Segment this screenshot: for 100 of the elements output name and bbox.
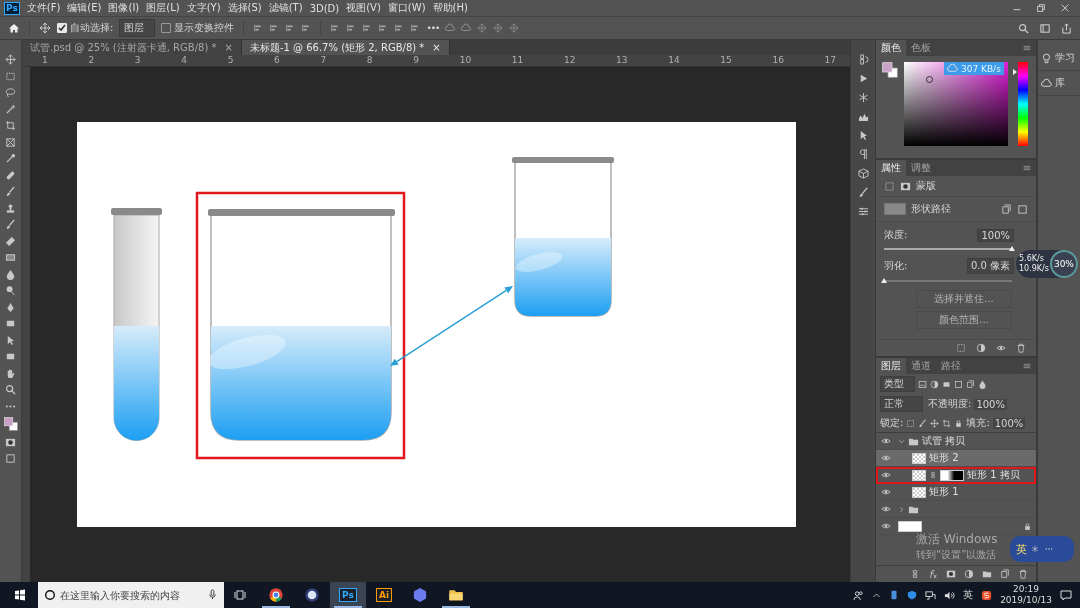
s-logo-icon[interactable] bbox=[981, 589, 993, 601]
pen-icon[interactable] bbox=[5, 301, 16, 313]
ime-mode[interactable]: 英 bbox=[1016, 541, 1027, 557]
lock-option-icon[interactable] bbox=[930, 418, 940, 428]
hexagon-icon[interactable] bbox=[412, 587, 428, 603]
marquee-icon[interactable] bbox=[5, 70, 16, 82]
align-icon[interactable] bbox=[410, 23, 421, 33]
brush-settings-icon[interactable] bbox=[857, 187, 869, 198]
close-button[interactable]: × bbox=[432, 42, 441, 53]
close-icon[interactable] bbox=[1060, 3, 1070, 13]
menu-item[interactable]: 图像(I) bbox=[108, 1, 140, 15]
speaker-icon[interactable] bbox=[944, 589, 956, 601]
fx-icon[interactable] bbox=[928, 569, 938, 579]
brush-icon[interactable] bbox=[5, 219, 16, 230]
add-mask-icon[interactable] bbox=[946, 569, 956, 579]
workspace-icon[interactable] bbox=[1039, 22, 1051, 34]
menu-item[interactable]: 3D(D) bbox=[309, 2, 340, 14]
value-field[interactable]: 0.0 像素 bbox=[966, 258, 1014, 274]
folder-icon[interactable] bbox=[448, 587, 464, 603]
align-icon[interactable] bbox=[346, 23, 357, 33]
lock-option-icon[interactable] bbox=[918, 418, 928, 428]
bandage-icon[interactable] bbox=[5, 169, 16, 181]
menu-item[interactable]: 文字(Y) bbox=[186, 1, 221, 15]
move-icon[interactable] bbox=[39, 22, 51, 34]
align-icon[interactable] bbox=[394, 23, 405, 33]
notification-icon[interactable] bbox=[1060, 589, 1072, 601]
menu-item[interactable]: 视图(V) bbox=[346, 1, 381, 15]
align-icon[interactable] bbox=[269, 23, 280, 33]
lock-option-icon[interactable] bbox=[954, 418, 964, 428]
frame-icon[interactable] bbox=[5, 136, 16, 148]
eye-icon[interactable] bbox=[996, 343, 1006, 353]
sliders-icon[interactable] bbox=[857, 206, 869, 217]
search-icon[interactable] bbox=[1018, 22, 1029, 34]
panel-tab[interactable]: 路径 bbox=[936, 358, 966, 374]
more-button[interactable]: ••• bbox=[426, 23, 440, 33]
menu-item[interactable]: 编辑(E) bbox=[67, 1, 102, 15]
wand-icon[interactable] bbox=[5, 103, 16, 115]
clock-time[interactable]: 20:19 bbox=[1013, 584, 1040, 595]
align-icon[interactable] bbox=[362, 23, 373, 33]
adjustment-icon[interactable] bbox=[964, 569, 974, 579]
align-icon[interactable] bbox=[285, 23, 296, 33]
search-field[interactable]: 在这里输入你要搜索的内容 bbox=[38, 582, 224, 608]
clock-date[interactable]: 2019/10/13 bbox=[1000, 595, 1052, 606]
caret-icon[interactable] bbox=[898, 437, 905, 445]
gradient-icon[interactable] bbox=[5, 252, 16, 263]
brush-icon[interactable] bbox=[5, 186, 16, 197]
pointer-icon[interactable] bbox=[5, 334, 16, 346]
lock-option-icon[interactable] bbox=[942, 418, 952, 428]
lock-option-icon[interactable] bbox=[906, 418, 916, 428]
value-field[interactable]: 100% bbox=[977, 228, 1014, 242]
panel-tab[interactable]: 调整 bbox=[906, 160, 936, 176]
align-icon[interactable] bbox=[330, 23, 341, 33]
eyedropper-icon[interactable] bbox=[5, 153, 16, 164]
layer-row[interactable] bbox=[876, 518, 1036, 535]
trash-icon[interactable] bbox=[1016, 343, 1026, 353]
menu-item[interactable]: 图层(L) bbox=[146, 1, 180, 15]
menu-item[interactable]: 窗口(W) bbox=[387, 1, 426, 15]
slider-handle[interactable] bbox=[881, 278, 887, 283]
align-icon[interactable] bbox=[301, 23, 312, 33]
microphone-icon[interactable] bbox=[207, 589, 218, 600]
browser-icon[interactable] bbox=[268, 587, 284, 603]
eye-icon[interactable] bbox=[881, 521, 891, 531]
eye-icon[interactable] bbox=[881, 487, 891, 497]
screen-mode-icon[interactable] bbox=[5, 453, 16, 464]
ime-toolbar[interactable]: 英 bbox=[1010, 536, 1074, 562]
crop-icon[interactable] bbox=[5, 120, 16, 131]
paragraph-icon[interactable] bbox=[857, 149, 869, 160]
eye-icon[interactable] bbox=[881, 436, 891, 446]
slider-handle[interactable] bbox=[1009, 246, 1015, 251]
rectangle-icon[interactable] bbox=[5, 351, 16, 362]
checkbox[interactable] bbox=[161, 23, 172, 33]
document-tab[interactable]: 试管.psd @ 25% (注射器卡通, RGB/8) * × bbox=[22, 40, 242, 55]
eye-icon[interactable] bbox=[881, 453, 891, 463]
eye-icon[interactable] bbox=[881, 504, 891, 514]
taskbar-button[interactable]: Ai bbox=[366, 582, 402, 608]
align-icon[interactable] bbox=[378, 23, 389, 33]
task-view-icon[interactable] bbox=[234, 589, 246, 601]
panel-tab[interactable]: 色板 bbox=[906, 40, 936, 56]
layer-row[interactable]: 矩形 1 拷贝 bbox=[876, 467, 1036, 484]
menu-item[interactable]: 帮助(H) bbox=[432, 1, 468, 15]
rectangle-icon[interactable] bbox=[5, 318, 16, 329]
eraser-icon[interactable] bbox=[5, 235, 16, 247]
menu-item[interactable]: 滤镜(T) bbox=[268, 1, 303, 15]
home-icon[interactable] bbox=[8, 22, 20, 34]
apply-mask-icon[interactable] bbox=[1001, 203, 1012, 215]
slider-handle[interactable] bbox=[1013, 69, 1017, 76]
panel-tab[interactable]: 属性 bbox=[876, 160, 906, 176]
stamp-icon[interactable] bbox=[5, 202, 16, 214]
sphere-icon[interactable] bbox=[304, 587, 320, 603]
share-icon[interactable] bbox=[1061, 22, 1072, 34]
selection-icon[interactable] bbox=[956, 343, 966, 353]
network-icon[interactable] bbox=[925, 589, 937, 601]
panel-button[interactable]: 库 bbox=[1038, 71, 1080, 96]
asterisk-icon[interactable] bbox=[857, 92, 869, 103]
panel-tab[interactable]: 通道 bbox=[906, 358, 936, 374]
histogram-icon[interactable] bbox=[857, 111, 869, 122]
opacity-field[interactable]: 100% bbox=[974, 398, 1007, 410]
link-icon[interactable] bbox=[910, 569, 920, 579]
panel-tab[interactable]: 图层 bbox=[876, 358, 906, 374]
filter-icon[interactable] bbox=[966, 379, 975, 389]
